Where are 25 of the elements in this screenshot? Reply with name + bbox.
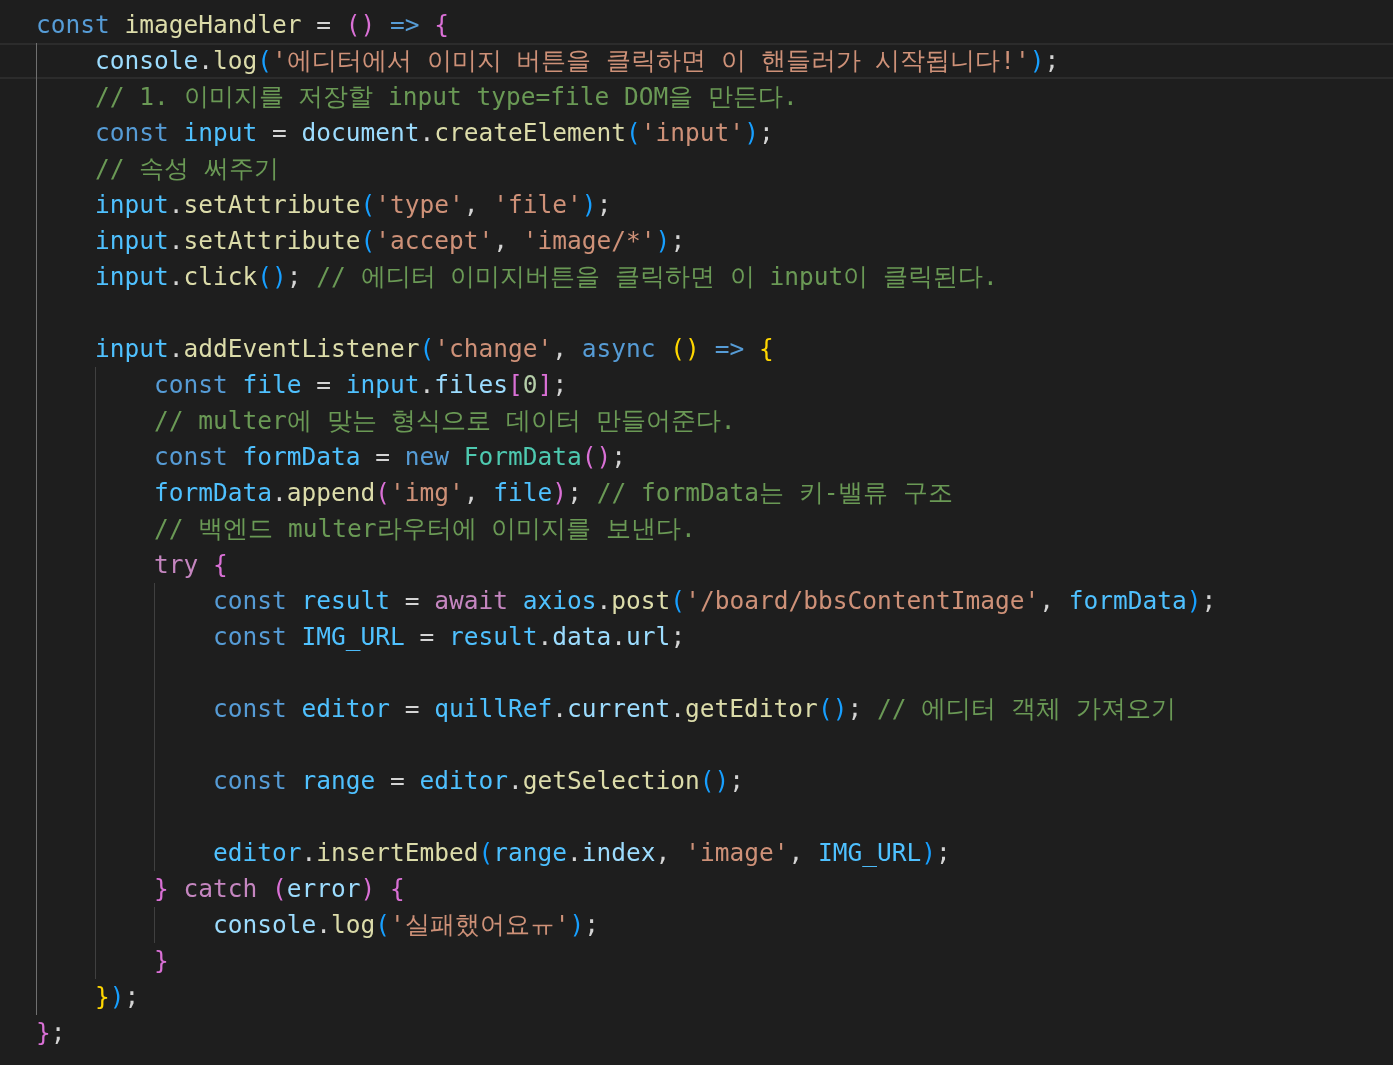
code-line: } catch (error) { (154, 873, 405, 905)
code-line: } (154, 945, 169, 977)
code-line: const imageHandler = () => { (36, 9, 450, 41)
code-line: const input = document.createElement('input'); (95, 117, 774, 149)
code-line: input.setAttribute('type', 'file'); (95, 189, 612, 221)
code-line: const file = input.files[0]; (154, 369, 568, 401)
code-line: input.addEventListener('change', async () => { (95, 333, 774, 365)
code-line: const result = await axios.post('/board/bbsContentImage', formData); (213, 585, 1217, 617)
code-line: const formData = new FormData(); (154, 441, 627, 473)
code-line: input.click(); // 에디터 이미지버튼을 클릭하면 이 input이 클릭된다. (95, 261, 998, 293)
code-line: // 속성 써주기 (95, 153, 279, 185)
code-line: }; (36, 1017, 66, 1049)
code-line: const editor = quillRef.current.getEditor(); // 에디터 객체 가져오기 (213, 693, 1176, 725)
code-line: // multer에 맞는 형식으로 데이터 만들어준다. (154, 405, 736, 437)
code-line: // 1. 이미지를 저장할 input type=file DOM을 만든다. (95, 81, 798, 113)
code-line: console.log('실패했어요ㅠ'); (213, 909, 600, 941)
code-line: }); (95, 981, 140, 1013)
code-line: editor.insertEmbed(range.index, 'image', IMG_URL); (213, 837, 951, 869)
code-line: // 백엔드 multer라우터에 이미지를 보낸다. (154, 513, 696, 545)
code-line: console.log('에디터에서 이미지 버튼을 클릭하면 이 핸들러가 시작됩니다!'); (95, 45, 1060, 77)
code-line: formData.append('img', file); // formData는 키-밸류 구조 (154, 477, 954, 509)
code-line: input.setAttribute('accept', 'image/*'); (95, 225, 686, 257)
code-line: try { (154, 549, 228, 581)
code-line: const range = editor.getSelection(); (213, 765, 745, 797)
code-line: const IMG_URL = result.data.url; (213, 621, 686, 653)
